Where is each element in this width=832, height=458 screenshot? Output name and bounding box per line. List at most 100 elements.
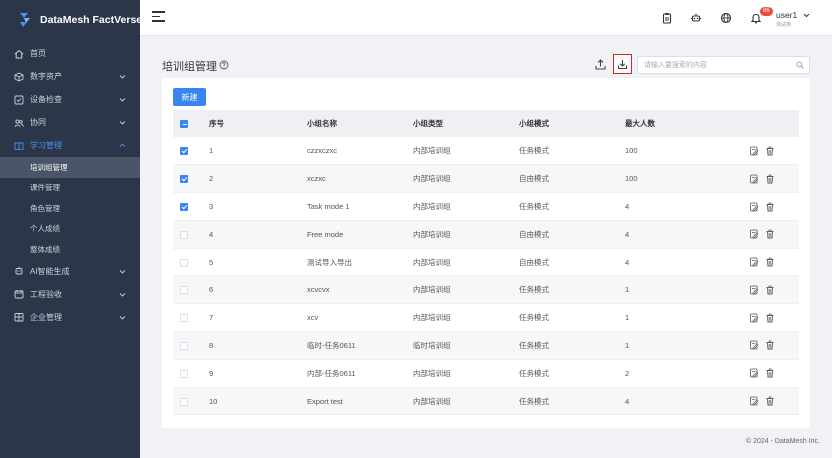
cell-name: 测试导入导出 — [307, 248, 413, 277]
edit-icon[interactable] — [749, 202, 759, 212]
row-checkbox[interactable] — [180, 230, 188, 239]
delete-trash-icon[interactable] — [765, 202, 775, 212]
row-checkbox[interactable] — [180, 286, 188, 295]
delete-trash-icon[interactable] — [765, 368, 775, 378]
sidebar: DataMesh FactVerse 首页 数字资产设备检查协同学习管理培训组管理… — [0, 0, 142, 458]
edit-icon[interactable] — [749, 340, 759, 350]
sidebar-item-1[interactable]: 数字资产 — [0, 65, 140, 88]
sidebar-subitem-2[interactable]: 角色管理 — [0, 198, 140, 219]
row-checkbox[interactable] — [180, 314, 188, 323]
cell-max: 4 — [625, 248, 743, 277]
search-input[interactable] — [638, 57, 788, 73]
table-row[interactable]: 6 xcvcvx 内部培训组 任务模式 1 — [173, 275, 799, 305]
search-icon[interactable] — [796, 61, 804, 69]
edit-icon[interactable] — [749, 313, 759, 323]
row-checkbox[interactable] — [180, 175, 188, 184]
edit-icon[interactable] — [749, 229, 759, 239]
delete-trash-icon[interactable] — [765, 340, 775, 350]
sidebar-item-7[interactable]: 企业管理 — [0, 306, 140, 329]
row-checkbox-cell — [173, 164, 201, 194]
table-row[interactable]: 5 测试导入导出 内部培训组 自由模式 4 — [173, 248, 799, 277]
sidebar-subitem-1[interactable]: 课件管理 — [0, 178, 140, 199]
edit-icon[interactable] — [749, 368, 759, 378]
edit-icon[interactable] — [749, 257, 759, 267]
sidebar-item-2[interactable]: 设备检查 — [0, 88, 140, 111]
notification-badge: 86 — [760, 7, 773, 16]
row-checkbox[interactable] — [180, 147, 188, 156]
select-all-checkbox[interactable] — [180, 120, 188, 128]
delete-trash-icon[interactable] — [765, 313, 775, 323]
row-checkbox[interactable] — [180, 369, 188, 378]
cell-type: 内部培训组 — [413, 164, 519, 194]
delete-trash-icon[interactable] — [765, 229, 775, 239]
app-logo[interactable]: DataMesh FactVerse — [0, 0, 142, 40]
delete-trash-icon[interactable] — [765, 146, 775, 156]
sidebar-item-label: 设备检查 — [30, 95, 62, 104]
sidebar-item-3[interactable]: 协同 — [0, 111, 140, 134]
chevron-down-icon[interactable] — [803, 12, 810, 19]
download-button[interactable] — [613, 54, 632, 74]
table-row[interactable]: 10 Export test 内部培训组 任务模式 4 — [173, 387, 799, 416]
people-icon — [14, 118, 24, 128]
row-checkbox[interactable] — [180, 203, 188, 211]
table-header-row: 序号 小组名称 小组类型 小组模式 最大人数 — [173, 110, 799, 137]
cell-type: 内部培训组 — [413, 387, 519, 416]
cell-name: xcvcvx — [307, 275, 413, 305]
cell-name: czzxczxc — [307, 137, 413, 166]
cell-max: 4 — [625, 192, 743, 221]
cell-actions — [743, 275, 799, 305]
column-header-mode[interactable]: 小组模式 — [519, 110, 625, 137]
column-header-max[interactable]: 最大人数 — [625, 110, 743, 137]
robot-icon[interactable] — [689, 11, 703, 25]
sidebar-subitem-0[interactable]: 培训组管理 — [0, 157, 140, 178]
sidebar-item-0[interactable]: 首页 — [0, 42, 140, 65]
row-checkbox-cell — [173, 303, 201, 333]
sidebar-item-4[interactable]: 学习管理 — [0, 134, 140, 157]
column-header-name[interactable]: 小组名称 — [307, 110, 413, 137]
help-circle-icon[interactable] — [219, 60, 229, 70]
table-row[interactable]: 2 xczxc 内部培训组 自由模式 100 — [173, 164, 799, 194]
cell-type: 内部培训组 — [413, 359, 519, 388]
cell-mode: 任务模式 — [519, 387, 625, 416]
download-icon — [617, 59, 628, 69]
sidebar-item-6[interactable]: 工程验收 — [0, 283, 140, 306]
row-checkbox[interactable] — [180, 258, 188, 267]
cell-max: 4 — [625, 220, 743, 249]
edit-icon[interactable] — [749, 285, 759, 295]
sidebar-submenu: 培训组管理 课件管理 角色管理 个人成绩 整体成绩 — [0, 157, 140, 260]
table-row[interactable]: 3 Task mode 1 内部培训组 任务模式 4 — [173, 192, 799, 221]
table-row[interactable]: 1 czzxczxc 内部培训组 任务模式 100 — [173, 137, 799, 166]
sidebar-subitem-3[interactable]: 个人成绩 — [0, 219, 140, 240]
table-row[interactable]: 7 xcv 内部培训组 任务模式 1 — [173, 303, 799, 333]
delete-trash-icon[interactable] — [765, 285, 775, 295]
table-row[interactable]: 8 临时-任务0611 临时培训组 任务模式 1 — [173, 331, 799, 360]
cell-seq: 6 — [201, 275, 307, 305]
chevron-down-icon — [119, 73, 126, 80]
table-row[interactable]: 4 Free mode 内部培训组 自由模式 4 — [173, 220, 799, 249]
sidebar-item-5[interactable]: AI智能生成 — [0, 260, 140, 283]
clipboard-icon[interactable] — [660, 11, 674, 25]
cell-actions — [743, 303, 799, 333]
row-checkbox[interactable] — [180, 341, 188, 350]
edit-icon[interactable] — [749, 396, 759, 406]
hamburger-menu-icon[interactable] — [152, 11, 165, 23]
globe-language-icon[interactable] — [719, 11, 733, 25]
cell-max: 4 — [625, 387, 743, 416]
edit-icon[interactable] — [749, 146, 759, 156]
sidebar-menu: 首页 数字资产设备检查协同学习管理培训组管理 课件管理 角色管理 个人成绩 整体成绩 AI智… — [0, 42, 140, 329]
row-checkbox[interactable] — [180, 397, 188, 406]
column-header-seq[interactable]: 序号 — [201, 110, 307, 137]
cell-mode: 任务模式 — [519, 192, 625, 221]
new-button[interactable]: 新建 — [173, 88, 206, 106]
sidebar-item-label: 学习管理 — [30, 141, 62, 150]
table-row[interactable]: 9 内部-任务0611 内部培训组 任务模式 2 — [173, 359, 799, 388]
delete-trash-icon[interactable] — [765, 257, 775, 267]
column-header-type[interactable]: 小组类型 — [413, 110, 519, 137]
delete-trash-icon[interactable] — [765, 174, 775, 184]
upload-icon[interactable] — [594, 58, 607, 71]
chevron-up-icon — [119, 142, 126, 149]
delete-trash-icon[interactable] — [765, 396, 775, 406]
edit-icon[interactable] — [749, 174, 759, 184]
user-name[interactable]: user1 — [776, 10, 797, 20]
sidebar-subitem-4[interactable]: 整体成绩 — [0, 239, 140, 260]
